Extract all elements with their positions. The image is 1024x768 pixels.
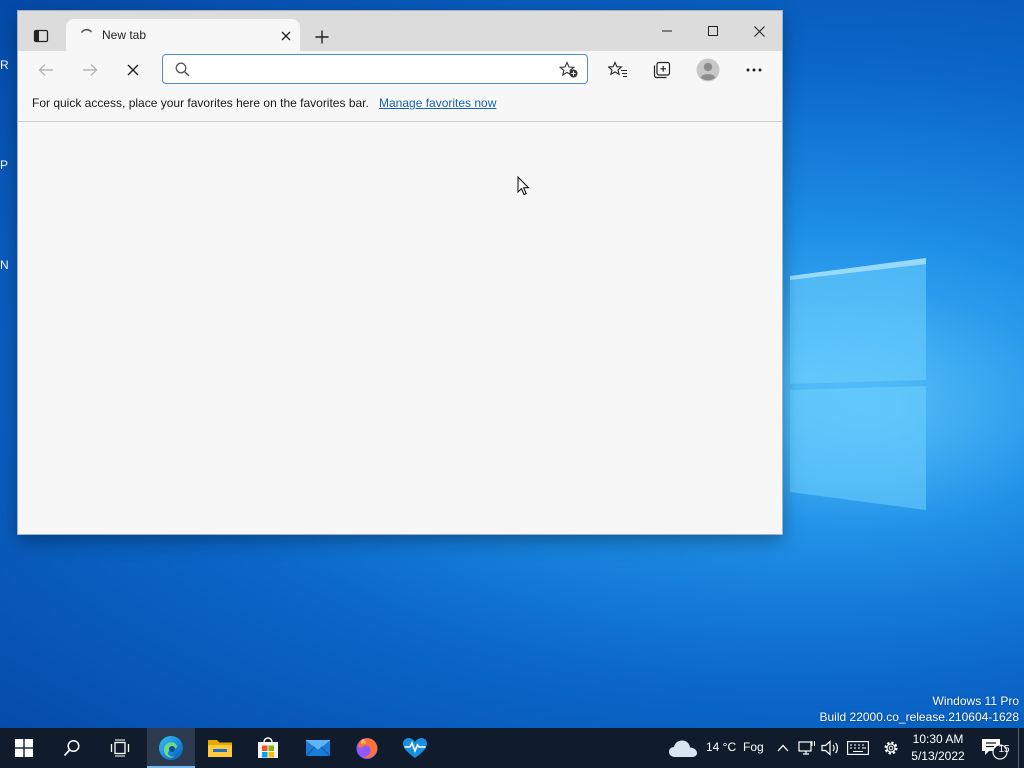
clock-date: 5/13/2022 xyxy=(911,749,965,763)
task-view-button[interactable] xyxy=(96,728,144,768)
edge-icon xyxy=(159,736,183,760)
clock-time: 10:30 AM xyxy=(912,732,964,746)
tab-actions-icon xyxy=(33,29,49,43)
favorites-bar-message: For quick access, place your favorites h… xyxy=(32,96,369,110)
weather-condition[interactable]: Fog xyxy=(743,740,764,754)
taskbar-search-button[interactable] xyxy=(48,728,96,768)
maximize-icon xyxy=(708,26,718,36)
touch-keyboard-button[interactable] xyxy=(845,728,871,768)
file-explorer-icon xyxy=(208,740,232,757)
minimize-icon xyxy=(662,30,672,32)
taskbar-file-explorer-button[interactable] xyxy=(196,728,244,768)
profile-avatar-icon xyxy=(696,58,720,82)
address-input[interactable] xyxy=(199,59,553,81)
close-icon xyxy=(753,25,765,37)
windows-logo-wallpaper xyxy=(790,258,926,510)
favorites-list-icon xyxy=(608,61,627,78)
collections-button[interactable] xyxy=(647,55,677,85)
taskbar-store-button[interactable] xyxy=(244,728,292,768)
settings-more-button[interactable] xyxy=(739,55,769,85)
health-icon xyxy=(403,738,427,758)
profile-button[interactable] xyxy=(693,55,723,85)
page-content-area xyxy=(18,122,782,534)
windows-build-watermark: Build 22000.co_release.210604-1628 xyxy=(819,710,1020,724)
firefox-icon xyxy=(356,738,378,759)
tab-close-button[interactable] xyxy=(278,28,294,44)
volume-button[interactable] xyxy=(820,728,842,768)
start-icon xyxy=(15,739,33,757)
forward-button[interactable] xyxy=(75,55,105,85)
minimize-button[interactable] xyxy=(644,11,690,51)
manage-favorites-link[interactable]: Manage favorites now xyxy=(379,96,496,110)
task-view-icon xyxy=(110,739,130,757)
taskbar-health-button[interactable] xyxy=(391,728,439,768)
store-icon xyxy=(258,737,278,758)
tab-title: New tab xyxy=(102,28,147,42)
plus-icon xyxy=(315,30,329,44)
weather-temperature[interactable]: 14 °C xyxy=(706,740,736,754)
search-icon xyxy=(63,739,80,757)
stop-loading-button[interactable] xyxy=(118,55,148,85)
browser-window: New tab For quick access, place your fav… xyxy=(18,11,782,534)
volume-icon xyxy=(821,740,838,756)
close-icon xyxy=(127,64,139,76)
taskbar: 14 °C Fog 10:30 AM 5/13/2022 15 xyxy=(0,728,1024,768)
taskbar-edge-button[interactable] xyxy=(147,728,195,768)
favorites-button[interactable] xyxy=(603,55,633,85)
collections-icon xyxy=(653,61,671,79)
show-hidden-icons-button[interactable] xyxy=(774,728,792,768)
mouse-cursor-icon xyxy=(517,176,530,196)
cloud-icon xyxy=(669,740,697,757)
address-bar[interactable] xyxy=(162,54,588,84)
notification-count-badge: 15 xyxy=(998,744,1010,755)
taskbar-mail-button[interactable] xyxy=(294,728,342,768)
action-center-button[interactable]: 15 xyxy=(978,728,1010,768)
chevron-up-icon xyxy=(777,744,789,752)
show-desktop-button[interactable] xyxy=(1018,728,1024,768)
desktop-icon-label[interactable]: R xyxy=(0,58,18,72)
more-options-icon xyxy=(746,68,762,72)
arrow-right-icon xyxy=(83,64,98,76)
network-button[interactable] xyxy=(796,728,818,768)
title-bar: New tab xyxy=(18,11,782,51)
desktop-icon-label[interactable]: N xyxy=(0,258,18,272)
desktop-icon-label[interactable]: P xyxy=(0,158,18,172)
loading-spinner-icon xyxy=(81,28,92,33)
back-button[interactable] xyxy=(31,55,61,85)
weather-widget-button[interactable] xyxy=(666,728,700,768)
start-button[interactable] xyxy=(0,728,48,768)
mail-icon xyxy=(305,739,331,757)
tab-actions-button[interactable] xyxy=(28,23,54,49)
network-icon xyxy=(798,741,815,755)
arrow-left-icon xyxy=(38,64,53,76)
clock-button[interactable]: 10:30 AM 5/13/2022 xyxy=(906,731,970,765)
keyboard-icon xyxy=(847,741,869,755)
favorites-bar: For quick access, place your favorites h… xyxy=(18,88,782,122)
windows-edition-watermark: Windows 11 Pro xyxy=(932,694,1019,708)
add-favorite-icon[interactable] xyxy=(559,61,579,79)
tab-new-tab[interactable]: New tab xyxy=(66,19,300,51)
search-icon xyxy=(175,62,190,77)
close-window-button[interactable] xyxy=(736,11,782,51)
new-tab-button[interactable] xyxy=(310,25,334,49)
close-icon xyxy=(281,31,291,41)
settings-tray-button[interactable] xyxy=(879,728,903,768)
maximize-button[interactable] xyxy=(690,11,736,51)
gear-icon xyxy=(884,741,898,755)
taskbar-firefox-button[interactable] xyxy=(343,728,391,768)
navigation-toolbar xyxy=(18,51,782,88)
